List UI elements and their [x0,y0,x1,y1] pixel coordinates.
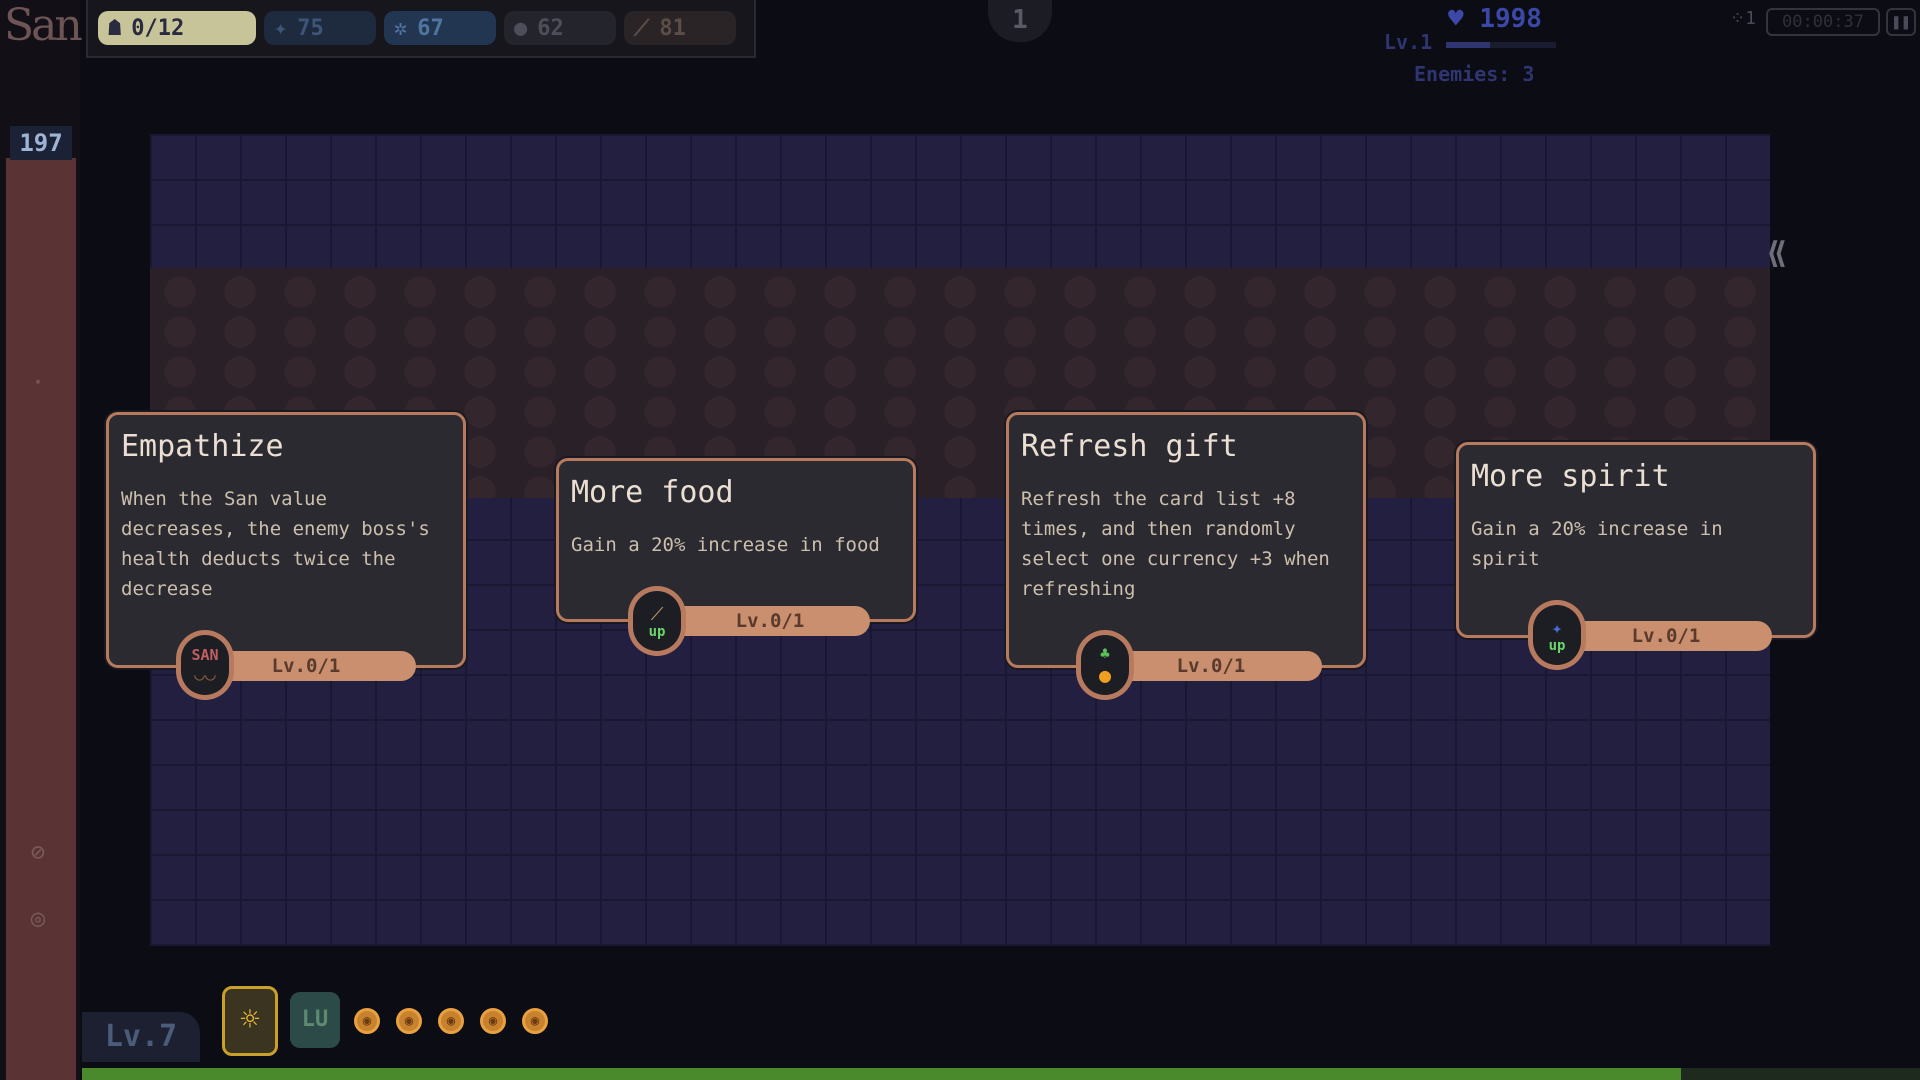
speed-icon: ⁘ [1730,8,1746,29]
eye-slash-icon[interactable]: ⊘ [24,838,52,866]
resource-people-value: 0/12 [131,15,185,41]
drumstick-icon: ⟋ [650,603,664,625]
spirit-icon: ✦ [274,15,288,41]
resource-gear-value: 67 [417,15,444,41]
san-bar: San 197 · ⊘ ◎ [0,0,83,1080]
resource-food-value: 81 [659,15,686,41]
player-hp: ♥ 1998 [1448,4,1542,34]
game-timer: 00:00:37 [1766,8,1880,36]
resource-dark-value: 62 [537,15,564,41]
heart-icon: ♥ [1448,4,1464,34]
drumstick-icon: ⟋ [634,15,650,41]
speed-control[interactable]: ⁘1 [1730,8,1758,36]
base-level: Lv.7 [82,1012,200,1062]
camera-icon[interactable]: ◎ [24,904,52,932]
dot-icon: · [30,368,46,396]
level-up-card[interactable]: LU [290,992,340,1048]
coin-icon: ◉ [354,1008,380,1034]
leaf-icon: ♣ [1100,643,1110,663]
coin-icon: ◉ [438,1008,464,1034]
player-hp-value: 1998 [1479,4,1542,34]
player-xp-bar [1446,42,1556,48]
eyes-icon: ◡◡ [194,663,216,685]
card-icon-medal: ♣ ● [1076,630,1134,700]
card-title: More food [571,475,734,510]
san-value: 197 [10,126,72,160]
pause-button[interactable]: ❚❚ [1886,8,1916,36]
card-icon-badge: up [648,623,666,640]
card-level-ribbon: Lv.0/1 [670,606,870,636]
coin-icon: ● [1098,662,1112,687]
upgrade-card-empathize[interactable]: Empathize When the San value decreases, … [106,412,466,668]
gear-icon: ✲ [394,15,408,41]
coin-icon: ◉ [522,1008,548,1034]
enemy-gate-icon: ⟪ [1768,236,1787,271]
card-title: More spirit [1471,459,1670,494]
card-icon-badge: up [1548,637,1566,654]
base-xp-bar [82,1068,1920,1080]
resource-gear: ✲ 67 [384,11,496,45]
sun-card-icon[interactable]: ☼ [222,986,278,1056]
card-description: Gain a 20% increase in food [571,534,880,556]
san-icon-text: SAN [191,645,219,664]
pause-icon: ❚❚ [1891,12,1911,31]
upgrade-card-refresh-gift[interactable]: Refresh gift Refresh the card list +8 ti… [1006,412,1366,668]
dark-orb-icon: ● [514,15,528,41]
card-icon-medal: ✦ up [1528,600,1586,670]
card-title: Refresh gift [1021,429,1238,464]
resource-bar: ☗ 0/12 ✦ 75 ✲ 67 ● 62 ⟋ 81 [86,0,756,58]
player-xp-fill [1446,42,1490,48]
spirit-icon: ✦ [1551,617,1563,639]
san-title: San [4,0,83,51]
resource-people: ☗ 0/12 [98,11,256,45]
upgrade-card-more-spirit[interactable]: More spirit Gain a 20% increase in spiri… [1456,442,1816,638]
gift-icon: ♣ ● [1081,635,1129,695]
card-description: When the San value decreases, the enemy … [121,488,430,600]
card-icon-medal: SAN ◡◡ [176,630,234,700]
card-level-ribbon: Lv.0/1 [1560,621,1772,651]
resource-spirit: ✦ 75 [264,11,376,45]
base-xp-fill [82,1068,1682,1080]
card-description: Refresh the card list +8 times, and then… [1021,488,1330,600]
resource-food: ⟋ 81 [624,11,736,45]
speed-value: 1 [1745,8,1756,29]
crowd-icon: ☗ [108,15,122,41]
upgrade-card-more-food[interactable]: More food Gain a 20% increase in food [556,458,916,622]
resource-spirit-value: 75 [297,15,324,41]
san-fill [6,158,76,1080]
enemy-count: Enemies: 3 [1414,62,1535,86]
card-icon-medal: ⟋ up [628,586,686,656]
card-description: Gain a 20% increase in spirit [1471,518,1723,570]
card-title: Empathize [121,429,284,464]
san-icon: SAN ◡◡ [181,635,229,695]
player-level: Lv.1 [1384,30,1433,54]
coin-icon: ◉ [480,1008,506,1034]
coin-icon: ◉ [396,1008,422,1034]
resource-dark: ● 62 [504,11,616,45]
food-upgrade-icon: ⟋ up [633,591,681,651]
spirit-upgrade-icon: ✦ up [1533,605,1581,665]
wave-counter: 1 [988,0,1052,42]
